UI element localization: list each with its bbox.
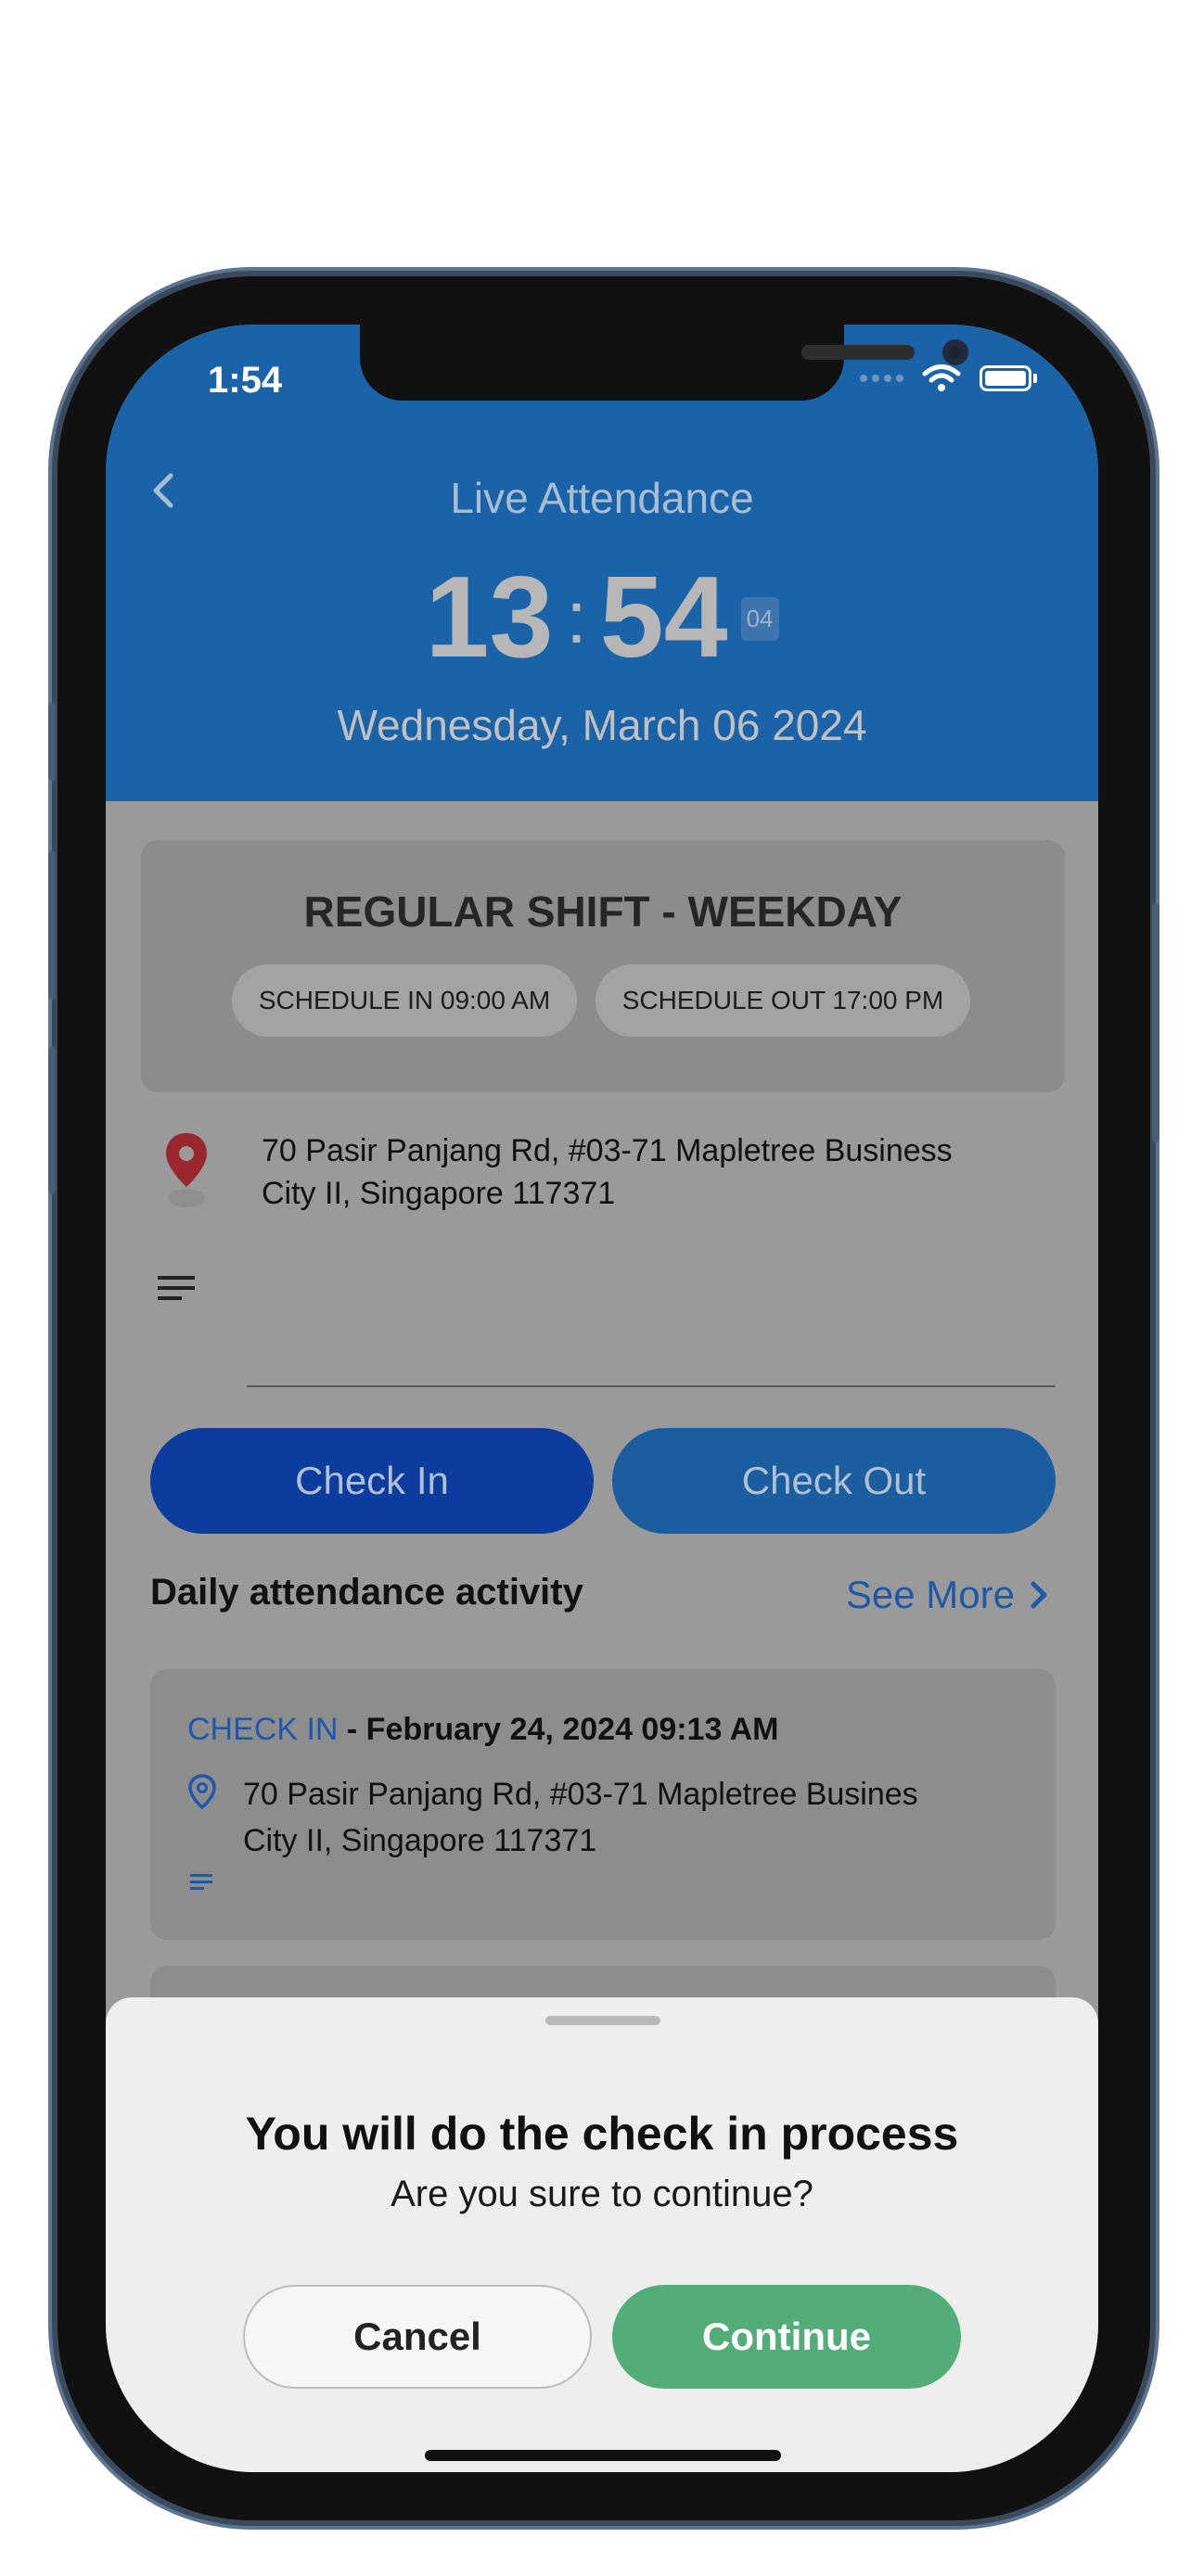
dialog-subtitle: Are you sure to continue?: [391, 2174, 813, 2214]
attendance-header: 1:54 Live Attendance 13 : 54 04 Wednesda…: [106, 325, 1098, 801]
address-line-2: City II, Singapore 117371: [262, 1176, 616, 1211]
clock-minutes: 54: [599, 554, 728, 682]
map-pin-outline-icon: [188, 1774, 216, 1810]
address-line-1: 70 Pasir Panjang Rd, #03-71 Mapletree Bu…: [262, 1133, 953, 1168]
cancel-button[interactable]: Cancel: [243, 2285, 592, 2389]
confirm-bottom-sheet: You will do the check in process Are you…: [106, 1997, 1098, 2472]
clock-colon: :: [566, 576, 587, 658]
volume-down-button: [48, 1046, 56, 1194]
battery-icon: [980, 365, 1031, 391]
phone-screen: 1:54 Live Attendance 13 : 54 04 Wednesda…: [106, 325, 1098, 2472]
activity-kind: CHECK IN: [187, 1712, 339, 1747]
see-more-link[interactable]: See More: [846, 1573, 1050, 1617]
continue-button[interactable]: Continue: [612, 2285, 961, 2389]
notch: [360, 325, 968, 401]
page-title: Live Attendance: [450, 474, 754, 522]
clock-hours: 13: [425, 554, 554, 682]
current-date: Wednesday, March 06 2024: [337, 701, 867, 749]
activity-title: CHECK IN - February 24, 2024 09:13 AM: [187, 1712, 778, 1748]
map-pin-icon: [166, 1133, 207, 1207]
current-location-address: 70 Pasir Panjang Rd, #03-71 Mapletree Bu…: [262, 1129, 1022, 1215]
power-button: [1152, 903, 1159, 1142]
battery-tip: [1033, 374, 1037, 383]
check-in-button[interactable]: Check In: [150, 1428, 594, 1534]
activity-address: 70 Pasir Panjang Rd, #03-71 Mapletree Bu…: [243, 1771, 1022, 1864]
shift-title: REGULAR SHIFT - WEEKDAY: [303, 887, 903, 936]
schedule-out-badge: SCHEDULE OUT 17:00 PM: [596, 964, 970, 1037]
wifi-icon: [922, 364, 961, 391]
notes-lines-icon: [190, 1874, 212, 1890]
sheet-drag-handle[interactable]: [545, 2016, 660, 2025]
activity-address-line-2: City II, Singapore 117371: [243, 1823, 597, 1858]
status-time: 1:54: [208, 360, 283, 401]
speaker: [801, 345, 915, 360]
status-icons: [860, 363, 1037, 393]
activity-address-line-1: 70 Pasir Panjang Rd, #03-71 Mapletree Bu…: [243, 1777, 918, 1812]
notes-input[interactable]: [247, 1385, 1056, 1387]
shift-card: REGULAR SHIFT - WEEKDAY SCHEDULE IN 09:0…: [141, 840, 1065, 1092]
clock-seconds: 04: [740, 597, 779, 641]
check-out-button[interactable]: Check Out: [612, 1428, 1056, 1534]
chevron-right-icon: [1031, 1581, 1047, 1609]
notes-lines-icon: [158, 1276, 195, 1300]
see-more-label: See More: [845, 1573, 1015, 1616]
front-camera: [942, 339, 968, 365]
volume-up-button: [48, 851, 56, 1000]
activity-card[interactable]: CHECK IN - February 24, 2024 09:13 AM 70…: [150, 1669, 1056, 1940]
dialog-title: You will do the check in process: [245, 2108, 959, 2160]
signal-icon: [860, 375, 903, 382]
live-clock: 13 : 54 04: [106, 560, 1098, 675]
activity-datetime: - February 24, 2024 09:13 AM: [338, 1712, 779, 1747]
activity-heading: Daily attendance activity: [150, 1572, 583, 1613]
home-indicator[interactable]: [425, 2450, 781, 2461]
schedule-in-badge: SCHEDULE IN 09:00 AM: [232, 964, 577, 1037]
silent-switch: [48, 703, 56, 781]
